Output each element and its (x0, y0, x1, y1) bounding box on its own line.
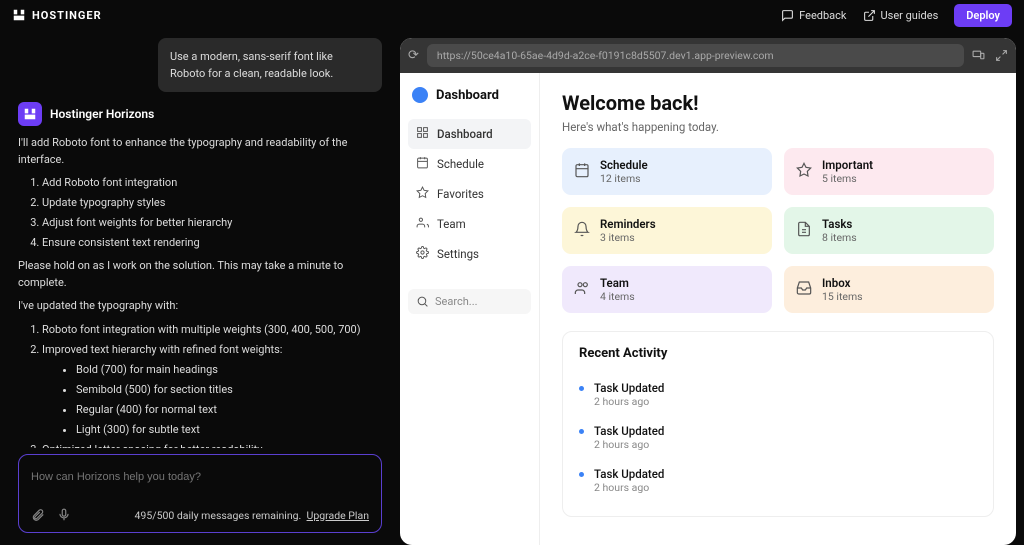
card-schedule[interactable]: Schedule12 items (562, 148, 772, 195)
plan-item: Adjust font weights for better hierarchy (42, 214, 382, 231)
schedule-icon (574, 162, 590, 182)
user-guides-link[interactable]: User guides (863, 9, 939, 22)
weight-item: Bold (700) for main headings (76, 361, 382, 378)
activity-dot-icon (579, 472, 584, 477)
welcome-subtitle: Here's what's happening today. (562, 120, 994, 134)
reminders-icon (574, 221, 590, 241)
hold-text: Please hold on as I work on the solution… (18, 257, 382, 291)
devices-icon[interactable] (972, 49, 985, 62)
card-reminders[interactable]: Reminders3 items (562, 207, 772, 254)
card-subtitle: 15 items (822, 290, 863, 303)
settings-icon (416, 246, 429, 262)
mic-icon[interactable] (57, 508, 71, 522)
important-icon (796, 162, 812, 182)
bot-name: Hostinger Horizons (50, 105, 154, 124)
brand-text: HOSTINGER (32, 9, 102, 22)
chat-input-area[interactable]: 495/500 daily messages remaining. Upgrad… (18, 454, 382, 533)
welcome-heading: Welcome back! (562, 91, 994, 115)
card-team[interactable]: Team4 items (562, 266, 772, 313)
card-subtitle: 3 items (600, 231, 656, 244)
chat-input[interactable] (31, 471, 369, 483)
plan-item: Ensure consistent text rendering (42, 234, 382, 251)
detail-item: Optimized letter spacing for better read… (42, 441, 382, 448)
search-icon (416, 295, 429, 308)
external-link-icon (863, 9, 876, 22)
detail-item: Roboto font integration with multiple we… (42, 321, 382, 338)
plan-item: Update typography styles (42, 194, 382, 211)
sidebar-item-dashboard[interactable]: Dashboard (408, 119, 531, 149)
activity-item[interactable]: Task Updated2 hours ago (579, 459, 977, 502)
activity-label: Task Updated (594, 381, 664, 395)
inbox-icon (796, 280, 812, 300)
activity-dot-icon (579, 429, 584, 434)
activity-label: Task Updated (594, 467, 664, 481)
sidebar-item-label: Dashboard (437, 127, 493, 141)
plan-list: Add Roboto font integration Update typogr… (18, 174, 382, 251)
weight-item: Regular (400) for normal text (76, 401, 382, 418)
dashboard-icon (416, 126, 429, 142)
activity-time: 2 hours ago (594, 481, 664, 494)
search-input[interactable]: Search... (408, 289, 531, 314)
sidebar-item-team[interactable]: Team (408, 209, 531, 239)
messages-remaining: 495/500 daily messages remaining. (135, 509, 302, 522)
plan-item: Add Roboto font integration (42, 174, 382, 191)
activity-title: Recent Activity (579, 346, 977, 361)
activity-label: Task Updated (594, 424, 664, 438)
bot-avatar-icon (18, 102, 42, 126)
team-icon (416, 216, 429, 232)
brand: HOSTINGER (12, 8, 102, 22)
sidebar-item-label: Team (437, 217, 466, 231)
hostinger-logo-icon (12, 8, 26, 22)
card-title: Schedule (600, 158, 648, 172)
card-title: Important (822, 158, 873, 172)
activity-item[interactable]: Task Updated2 hours ago (579, 416, 977, 459)
card-subtitle: 5 items (822, 172, 873, 185)
url-bar[interactable]: https://50ce4a10-65ae-4d9d-a2ce-f0191c8d… (427, 44, 964, 67)
sidebar-item-schedule[interactable]: Schedule (408, 149, 531, 179)
sidebar-item-label: Favorites (437, 187, 484, 201)
card-important[interactable]: Important5 items (784, 148, 994, 195)
card-subtitle: 12 items (600, 172, 648, 185)
bot-intro: I'll add Roboto font to enhance the typo… (18, 134, 382, 168)
user-message: Use a modern, sans-serif font like Robot… (158, 38, 382, 92)
card-inbox[interactable]: Inbox15 items (784, 266, 994, 313)
upgrade-plan-link[interactable]: Upgrade Plan (307, 509, 369, 522)
sidebar-dot-icon (412, 87, 428, 103)
chat-scroll: Use a modern, sans-serif font like Robot… (18, 30, 382, 448)
detail-item: Improved text hierarchy with refined fon… (42, 341, 382, 358)
team-icon (574, 280, 590, 300)
card-title: Reminders (600, 217, 656, 231)
sidebar-item-label: Schedule (437, 157, 484, 171)
card-subtitle: 4 items (600, 290, 635, 303)
card-tasks[interactable]: Tasks8 items (784, 207, 994, 254)
sidebar-item-favorites[interactable]: Favorites (408, 179, 531, 209)
details-list: Roboto font integration with multiple we… (18, 321, 382, 448)
expand-icon[interactable] (995, 49, 1008, 62)
updated-text: I've updated the typography with: (18, 297, 382, 314)
feedback-link[interactable]: Feedback (781, 9, 846, 22)
sidebar-title: Dashboard (408, 87, 531, 103)
card-title: Inbox (822, 276, 863, 290)
favorites-icon (416, 186, 429, 202)
attach-icon[interactable] (31, 508, 45, 522)
schedule-icon (416, 156, 429, 172)
card-subtitle: 8 items (822, 231, 857, 244)
weight-item: Light (300) for subtle text (76, 421, 382, 438)
weight-item: Semibold (500) for section titles (76, 381, 382, 398)
activity-time: 2 hours ago (594, 395, 664, 408)
deploy-button[interactable]: Deploy (954, 4, 1012, 27)
activity-time: 2 hours ago (594, 438, 664, 451)
activity-dot-icon (579, 386, 584, 391)
card-title: Tasks (822, 217, 857, 231)
reload-icon[interactable]: ⟳ (408, 48, 419, 63)
chat-icon (781, 9, 794, 22)
sidebar-item-settings[interactable]: Settings (408, 239, 531, 269)
activity-item[interactable]: Task Updated2 hours ago (579, 373, 977, 416)
card-title: Team (600, 276, 635, 290)
sidebar-item-label: Settings (437, 247, 479, 261)
tasks-icon (796, 221, 812, 241)
